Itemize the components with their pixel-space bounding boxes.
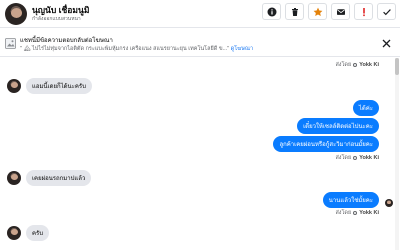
incoming-message: แอมนี้เดยก็ได้นะครับ xyxy=(7,78,92,94)
close-icon[interactable] xyxy=(381,38,392,49)
star-button[interactable] xyxy=(308,3,327,20)
message-bubble[interactable]: เคยผ่อนรถกมาปแล้ว xyxy=(26,170,92,186)
sent-by-text: ส่งโดย xyxy=(335,155,352,161)
sent-by-label: ส่งโดย Yokk Ki xyxy=(335,154,379,162)
sent-by-text: ส่งโดย xyxy=(335,210,352,216)
info-button[interactable] xyxy=(262,3,281,20)
message-thread: ส่งโดย Yokk Ki แอมนี้เดยก็ได้นะครับ ได้ค่… xyxy=(0,58,400,250)
incoming-message: ครับ xyxy=(7,225,50,241)
check-icon xyxy=(382,8,391,15)
report-button[interactable] xyxy=(354,3,373,20)
sent-by-text: ส่งโดย xyxy=(335,62,352,68)
ad-snippet: " 🏔 ไปไร่ไม่ทุ่มจากไอติตัด กระแบะพ้มหุ้ม… xyxy=(20,46,230,52)
ad-reply-notice: แชทนี้มีข้อความตอบกลับต่อโฆษณา " 🏔 ไปไร่… xyxy=(0,30,400,57)
sent-by-label: ส่งโดย Yokk Ki xyxy=(335,61,379,69)
contact-status: กำลังออกแบบสวนหนา xyxy=(32,16,81,22)
clock-icon xyxy=(353,211,358,215)
info-icon xyxy=(267,7,276,16)
trash-icon xyxy=(291,7,298,16)
outgoing-message[interactable]: ลูกค้าเคยผ่อนหรือกู้สะวิมาก่อนมั้ยคะ xyxy=(273,136,379,152)
outgoing-message[interactable]: นานแล้วใช่มั้ยคะ xyxy=(322,192,379,208)
conversation-header: นุญนับ เชื่อมนูมิ กำลังออกแบบสวนหนา xyxy=(0,0,400,28)
outgoing-message[interactable]: ได้ค่ะ xyxy=(352,100,379,116)
mail-button[interactable] xyxy=(331,3,350,20)
contact-avatar-small xyxy=(7,79,21,93)
star-icon xyxy=(313,7,322,16)
header-actions xyxy=(262,3,396,20)
delete-button[interactable] xyxy=(285,3,304,20)
seen-avatar xyxy=(385,199,393,207)
outgoing-message[interactable]: เดี๋ยวให้เซลล์ติดต่อไปนะคะ xyxy=(297,118,379,134)
incoming-message: เคยผ่อนรถกมาปแล้ว xyxy=(7,170,92,186)
alert-icon xyxy=(362,7,365,16)
message-bubble[interactable]: แอมนี้เดยก็ได้นะครับ xyxy=(26,78,92,94)
contact-avatar-small xyxy=(7,171,21,185)
clock-icon xyxy=(353,156,358,160)
scrollbar-track[interactable] xyxy=(395,58,399,250)
notice-title: แชทนี้มีข้อความตอบกลับต่อโฆษณา xyxy=(20,38,113,44)
message-bubble[interactable]: ครับ xyxy=(26,225,50,241)
notice-body: " 🏔 ไปไร่ไม่ทุ่มจากไอติตัด กระแบะพ้มหุ้ม… xyxy=(20,45,253,53)
scrollbar-thumb[interactable] xyxy=(395,58,399,75)
sent-by-label: ส่งโดย Yokk Ki xyxy=(335,209,379,217)
sent-by-name: Yokk Ki xyxy=(359,155,379,161)
clock-icon xyxy=(353,63,358,67)
done-button[interactable] xyxy=(377,3,396,20)
view-ad-link[interactable]: ดูโฆษณา xyxy=(231,46,253,52)
contact-avatar[interactable] xyxy=(5,3,27,25)
sent-by-name: Yokk Ki xyxy=(359,210,379,216)
contact-avatar-small xyxy=(7,226,21,240)
ad-image-icon xyxy=(5,38,16,49)
sent-by-name: Yokk Ki xyxy=(359,62,379,68)
mail-icon xyxy=(336,8,345,15)
